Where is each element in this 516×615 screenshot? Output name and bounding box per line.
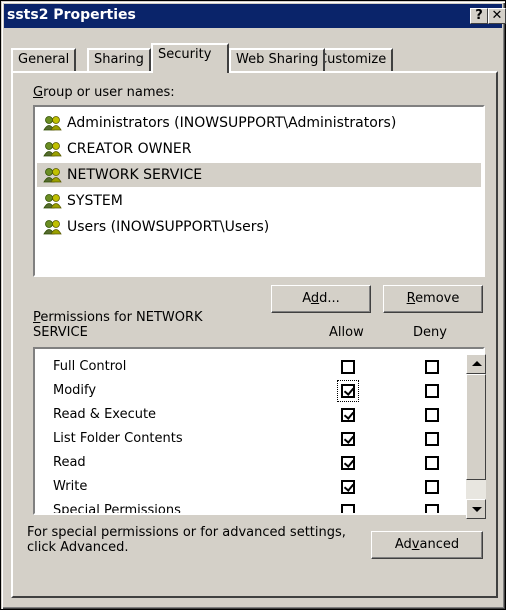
deny-column-header: Deny (413, 325, 447, 340)
help-button[interactable]: ? (470, 8, 488, 24)
advanced-note: For special permissions or for advanced … (27, 525, 346, 555)
users-group-icon (43, 168, 62, 183)
users-group-icon (43, 116, 62, 131)
tab-sharing[interactable]: Sharing (87, 48, 151, 71)
permission-name: Full Control (53, 359, 127, 374)
tab-web-sharing[interactable]: Web Sharing (229, 48, 326, 71)
deny-checkbox[interactable] (425, 360, 439, 374)
user-name: Administrators (INOWSUPPORT\Administrato… (67, 115, 397, 131)
security-panel: Group or user names: Administrators (INO… (11, 71, 498, 598)
user-list-item[interactable]: Administrators (INOWSUPPORT\Administrato… (37, 111, 481, 135)
allow-column-header: Allow (329, 325, 364, 340)
close-icon: ✕ (491, 8, 503, 23)
deny-checkbox[interactable] (425, 504, 439, 513)
allow-checkbox[interactable] (341, 480, 355, 494)
deny-checkbox[interactable] (425, 432, 439, 446)
arrow-up-icon (472, 361, 482, 366)
permission-name: List Folder Contents (53, 431, 183, 446)
allow-checkbox[interactable] (341, 456, 355, 470)
users-group-icon (43, 220, 62, 235)
users-group-icon (43, 142, 62, 157)
permission-name: Read & Execute (53, 407, 157, 422)
users-group-icon (43, 194, 62, 209)
user-name: Users (INOWSUPPORT\Users) (67, 219, 270, 235)
user-list-item[interactable]: CREATOR OWNER (37, 137, 481, 161)
close-button[interactable]: ✕ (488, 8, 506, 24)
allow-checkbox[interactable] (341, 504, 355, 513)
deny-checkbox[interactable] (425, 384, 439, 398)
user-name: NETWORK SERVICE (67, 167, 203, 183)
scroll-thumb[interactable] (466, 374, 486, 480)
tab-general[interactable]: General (11, 48, 77, 71)
focus-rectangle (337, 380, 359, 402)
allow-checkbox[interactable] (341, 408, 355, 422)
scroll-down-button[interactable] (466, 499, 486, 519)
add-button[interactable]: Add... (271, 285, 371, 313)
deny-checkbox[interactable] (425, 480, 439, 494)
allow-checkbox[interactable] (341, 360, 355, 374)
properties-window: ssts2 Properties ? ✕ General Sharing Cus… (0, 0, 506, 610)
arrow-down-icon (472, 507, 482, 512)
permissions-scrollbar[interactable] (466, 354, 486, 519)
allow-checkbox[interactable] (341, 432, 355, 446)
remove-button[interactable]: Remove (383, 285, 483, 313)
advanced-button[interactable]: Advanced (371, 531, 483, 559)
deny-checkbox[interactable] (425, 456, 439, 470)
user-list[interactable]: Administrators (INOWSUPPORT\Administrato… (33, 105, 485, 277)
user-name: SYSTEM (67, 193, 123, 209)
permission-name: Modify (53, 383, 97, 398)
tab-security[interactable]: Security (151, 43, 229, 73)
deny-checkbox[interactable] (425, 408, 439, 422)
permission-name: Read (53, 455, 86, 470)
permission-name: Special Permissions (53, 503, 181, 515)
user-list-item[interactable]: NETWORK SERVICE (37, 163, 481, 187)
user-list-item[interactable]: Users (INOWSUPPORT\Users) (37, 215, 481, 239)
title-bar[interactable]: ssts2 Properties ? ✕ (4, 4, 506, 28)
permissions-label: Permissions for NETWORK SERVICE (33, 310, 203, 340)
permission-name: Write (53, 479, 88, 494)
user-list-item[interactable]: SYSTEM (37, 189, 481, 213)
window-title: ssts2 Properties (7, 7, 136, 23)
user-name: CREATOR OWNER (67, 141, 192, 157)
group-or-user-names-label: Group or user names: (33, 85, 175, 100)
permissions-list[interactable]: Full Control Modify Read & Execute List Fol… (33, 347, 485, 515)
scroll-up-button[interactable] (466, 354, 486, 374)
